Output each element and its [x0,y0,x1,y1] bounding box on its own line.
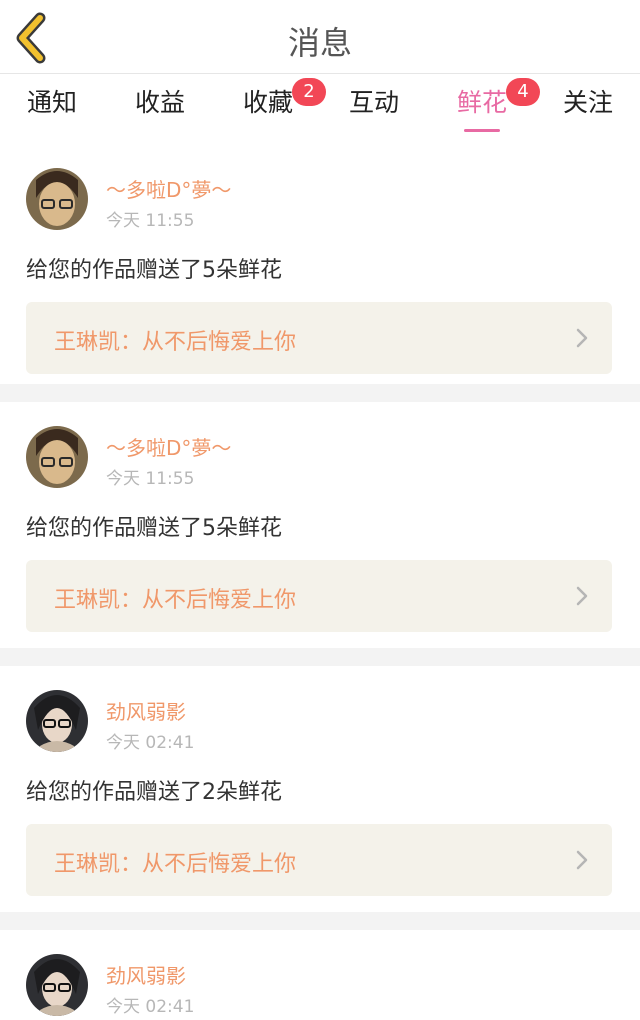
work-title: 王琳凯：从不后悔爱上你 [54,588,297,613]
unread-badge: 2 [292,78,326,106]
sender-name[interactable]: 劲风弱影 [106,696,186,725]
work-title: 王琳凯：从不后悔爱上你 [54,852,297,877]
tab-favorites[interactable]: 收藏 2 [240,78,326,136]
message-time: 今天 11:55 [106,211,195,231]
tab-interactions[interactable]: 互动 [346,86,402,136]
avatar[interactable] [26,168,88,230]
tab-label: 通知 [26,88,77,117]
message-time: 今天 02:41 [106,997,195,1017]
flower-message-card: ～多啦D°夢～ 今天 11:55 给您的作品赠送了5朵鲜花 王琳凯：从不后悔爱上… [0,144,640,384]
flower-message-card: ～多啦D°夢～ 今天 11:55 给您的作品赠送了5朵鲜花 王琳凯：从不后悔爱上… [0,402,640,648]
tab-notifications[interactable]: 通知 [24,86,80,136]
tab-bar: 通知 收益 收藏 2 互动 鲜花 4 关注 [0,74,640,144]
work-link[interactable]: 王琳凯：从不后悔爱上你 [26,560,612,632]
message-time: 今天 02:41 [106,733,195,753]
sender-name[interactable]: 劲风弱影 [106,960,186,989]
work-title: 王琳凯：从不后悔爱上你 [54,330,297,355]
tab-label: 收藏 [242,88,293,117]
message-text: 给您的作品赠送了2朵鲜花 [26,780,282,805]
flower-message-card: 劲风弱影 今天 02:41 给您的作品赠送了2朵鲜花 王琳凯：从不后悔爱上你 [0,666,640,912]
avatar[interactable] [26,690,88,752]
active-tab-indicator [464,129,500,132]
tab-earnings[interactable]: 收益 [132,86,188,136]
work-link[interactable]: 王琳凯：从不后悔爱上你 [26,302,612,374]
flower-message-card: 劲风弱影 今天 02:41 [0,930,640,1020]
app-header: 消息 [0,0,640,74]
page-title: 消息 [287,24,352,62]
unread-badge: 4 [506,78,540,106]
chevron-right-icon [576,328,588,348]
tab-label: 收益 [134,88,185,117]
avatar[interactable] [26,954,88,1016]
tab-label: 鲜花 [456,88,507,117]
chevron-right-icon [576,586,588,606]
sender-name[interactable]: ～多啦D°夢～ [106,174,231,203]
tab-flowers[interactable]: 鲜花 4 [454,78,540,136]
chevron-right-icon [576,850,588,870]
tab-following[interactable]: 关注 [560,86,616,136]
message-text: 给您的作品赠送了5朵鲜花 [26,516,282,541]
tab-label: 互动 [348,88,399,117]
message-time: 今天 11:55 [106,469,195,489]
message-text: 给您的作品赠送了5朵鲜花 [26,258,282,283]
avatar[interactable] [26,426,88,488]
tab-label: 关注 [562,88,613,117]
work-link[interactable]: 王琳凯：从不后悔爱上你 [26,824,612,896]
sender-name[interactable]: ～多啦D°夢～ [106,432,231,461]
